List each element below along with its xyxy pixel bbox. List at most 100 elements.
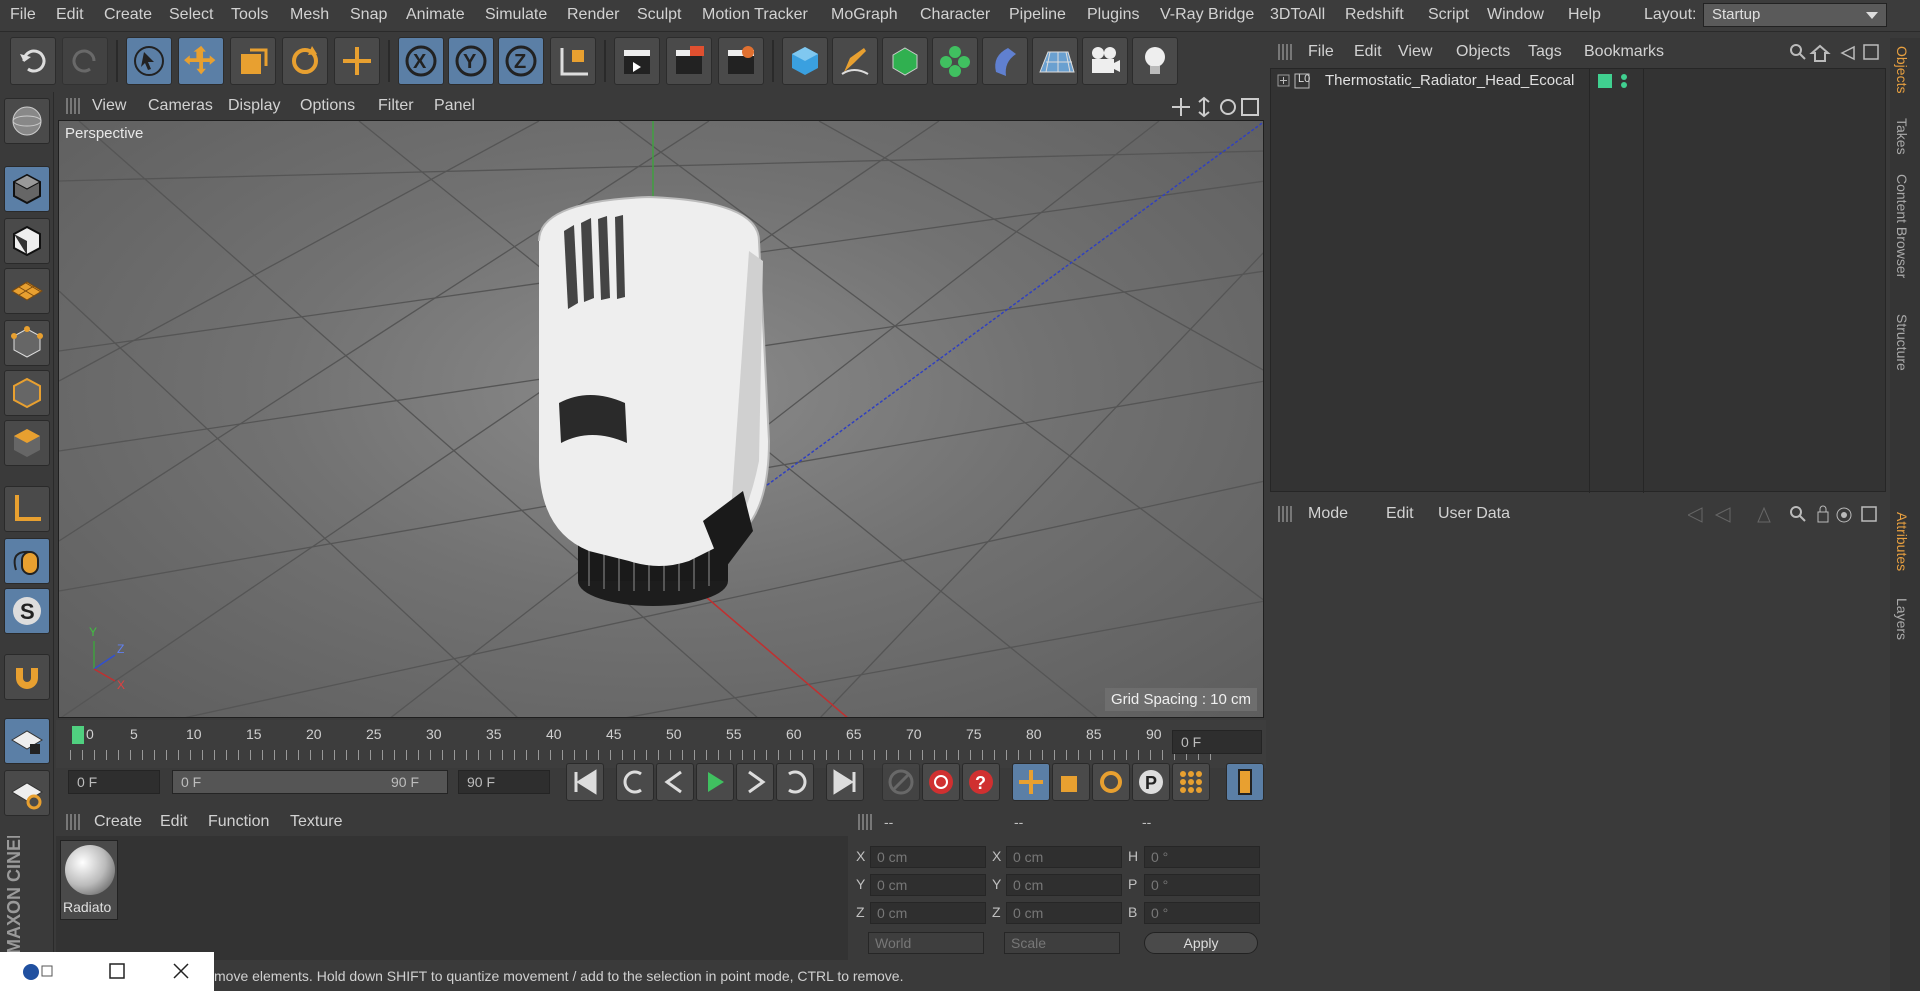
size-z-field[interactable]: 0 cm xyxy=(1006,902,1122,924)
scale-tool-button[interactable] xyxy=(230,37,276,85)
timeline-ruler[interactable]: 0 5 10 15 20 25 30 35 40 45 50 55 60 65 … xyxy=(56,720,1266,768)
axis-mode-button[interactable] xyxy=(4,486,50,532)
render-to-picture-viewer-button[interactable] xyxy=(666,37,712,85)
object-menu-view[interactable]: View xyxy=(1398,43,1432,61)
go-to-end-button[interactable] xyxy=(826,763,864,801)
timeline-window-button[interactable] xyxy=(1226,763,1264,801)
object-menu-tags[interactable]: Tags xyxy=(1528,43,1562,61)
texture-mode-button[interactable] xyxy=(4,218,50,264)
menu-vray-bridge[interactable]: V-Ray Bridge xyxy=(1160,6,1254,24)
close-icon[interactable] xyxy=(172,962,192,982)
solo-mode-button[interactable]: S xyxy=(4,588,50,634)
recent-tool-button[interactable] xyxy=(334,37,380,85)
menu-mesh[interactable]: Mesh xyxy=(290,6,329,24)
light-button[interactable] xyxy=(1132,37,1178,85)
panel-grip-icon[interactable] xyxy=(1278,44,1292,60)
tab-structure[interactable]: Structure xyxy=(1894,314,1910,371)
menu-pipeline[interactable]: Pipeline xyxy=(1009,6,1066,24)
menu-3dtoall[interactable]: 3DToAll xyxy=(1270,6,1325,24)
current-frame-field[interactable]: 0 F xyxy=(1172,730,1262,754)
size-y-field[interactable]: 0 cm xyxy=(1006,874,1122,896)
attribute-menu-mode[interactable]: Mode xyxy=(1308,505,1348,523)
rot-h-field[interactable]: 0 ° xyxy=(1144,846,1260,868)
apply-button[interactable]: Apply xyxy=(1144,932,1258,954)
panel-grip-icon[interactable] xyxy=(858,814,872,830)
record-keys-button[interactable] xyxy=(882,763,920,801)
maximize-icon[interactable] xyxy=(108,962,128,982)
position-track-button[interactable] xyxy=(1012,763,1050,801)
z-axis-lock-button[interactable]: Z xyxy=(498,37,544,85)
model-mode-button[interactable] xyxy=(4,166,50,212)
panel-grip-icon[interactable] xyxy=(66,814,80,830)
tab-layers[interactable]: Layers xyxy=(1894,598,1910,640)
object-menu-bookmarks[interactable]: Bookmarks xyxy=(1584,43,1664,61)
menu-character[interactable]: Character xyxy=(920,6,990,24)
play-button[interactable] xyxy=(696,763,734,801)
viewport-menu-display[interactable]: Display xyxy=(228,97,280,115)
material-menu-texture[interactable]: Texture xyxy=(290,813,342,831)
menu-sculpt[interactable]: Sculpt xyxy=(637,6,681,24)
camera-button[interactable] xyxy=(1082,37,1128,85)
material-menu-function[interactable]: Function xyxy=(208,813,269,831)
attribute-menu-edit[interactable]: Edit xyxy=(1386,505,1414,523)
visibility-tag[interactable] xyxy=(1598,74,1612,88)
pos-x-field[interactable]: 0 cm xyxy=(870,846,986,868)
camera-label[interactable]: Perspective xyxy=(65,125,143,142)
material-menu-create[interactable]: Create xyxy=(94,813,142,831)
pos-z-field[interactable]: 0 cm xyxy=(870,902,986,924)
attribute-menu-user-data[interactable]: User Data xyxy=(1438,505,1510,523)
points-mode-button[interactable] xyxy=(4,320,50,366)
menu-snap[interactable]: Snap xyxy=(350,6,387,24)
keyframe-selection-button[interactable]: ? xyxy=(962,763,1000,801)
parameter-track-button[interactable]: P xyxy=(1132,763,1170,801)
object-name[interactable]: Thermostatic_Radiator_Head_Ecocal xyxy=(1325,72,1574,89)
layout-dropdown[interactable]: Startup xyxy=(1703,3,1887,27)
floor-button[interactable] xyxy=(1032,37,1078,85)
rotation-track-button[interactable] xyxy=(1092,763,1130,801)
make-editable-button[interactable] xyxy=(4,98,50,144)
pen-spline-button[interactable] xyxy=(832,37,878,85)
menu-script[interactable]: Script xyxy=(1428,6,1469,24)
frame-range-slider[interactable]: 0 F 90 F xyxy=(172,770,448,794)
tab-attributes[interactable]: Attributes xyxy=(1894,512,1910,571)
viewport-menu-cameras[interactable]: Cameras xyxy=(148,97,213,115)
render-dots-icon[interactable] xyxy=(1619,73,1629,89)
size-mode-dropdown[interactable]: Scale xyxy=(1004,932,1120,954)
material-swatch[interactable]: Radiato xyxy=(60,840,118,920)
menu-mograph[interactable]: MoGraph xyxy=(831,6,898,24)
point-level-animation-button[interactable] xyxy=(1172,763,1210,801)
next-frame-button[interactable] xyxy=(736,763,774,801)
workplane-lock-button[interactable] xyxy=(4,770,50,816)
coordinate-system-button[interactable] xyxy=(550,37,596,85)
coordinate-system-dropdown[interactable]: World xyxy=(868,932,984,954)
menu-edit[interactable]: Edit xyxy=(56,6,84,24)
menu-help[interactable]: Help xyxy=(1568,6,1601,24)
menu-plugins[interactable]: Plugins xyxy=(1087,6,1139,24)
render-view-button[interactable] xyxy=(614,37,660,85)
deformer-button[interactable] xyxy=(982,37,1028,85)
render-settings-button[interactable] xyxy=(718,37,764,85)
previous-frame-button[interactable] xyxy=(656,763,694,801)
scale-track-button[interactable] xyxy=(1052,763,1090,801)
object-menu-objects[interactable]: Objects xyxy=(1456,43,1510,61)
menu-create[interactable]: Create xyxy=(104,6,152,24)
list-item[interactable]: L0 Thermostatic_Radiator_Head_Ecocal xyxy=(1271,69,1887,93)
previous-key-button[interactable] xyxy=(616,763,654,801)
autokey-button[interactable] xyxy=(922,763,960,801)
menu-select[interactable]: Select xyxy=(169,6,213,24)
tab-objects[interactable]: Objects xyxy=(1894,46,1910,93)
c4d-app-icon[interactable] xyxy=(20,962,60,982)
snap-button[interactable] xyxy=(4,654,50,700)
enable-axis-button[interactable] xyxy=(4,718,50,764)
viewport-menu-panel[interactable]: Panel xyxy=(434,97,475,115)
undo-button[interactable] xyxy=(10,37,56,85)
edges-mode-button[interactable] xyxy=(4,370,50,416)
tweak-mode-button[interactable] xyxy=(4,538,50,584)
rot-b-field[interactable]: 0 ° xyxy=(1144,902,1260,924)
rotate-tool-button[interactable] xyxy=(282,37,328,85)
redo-button[interactable] xyxy=(62,37,108,85)
panel-grip-icon[interactable] xyxy=(1278,506,1292,522)
viewport-menu-filter[interactable]: Filter xyxy=(378,97,414,115)
viewport-nav-icons[interactable] xyxy=(1172,96,1262,118)
playhead[interactable] xyxy=(72,726,84,744)
